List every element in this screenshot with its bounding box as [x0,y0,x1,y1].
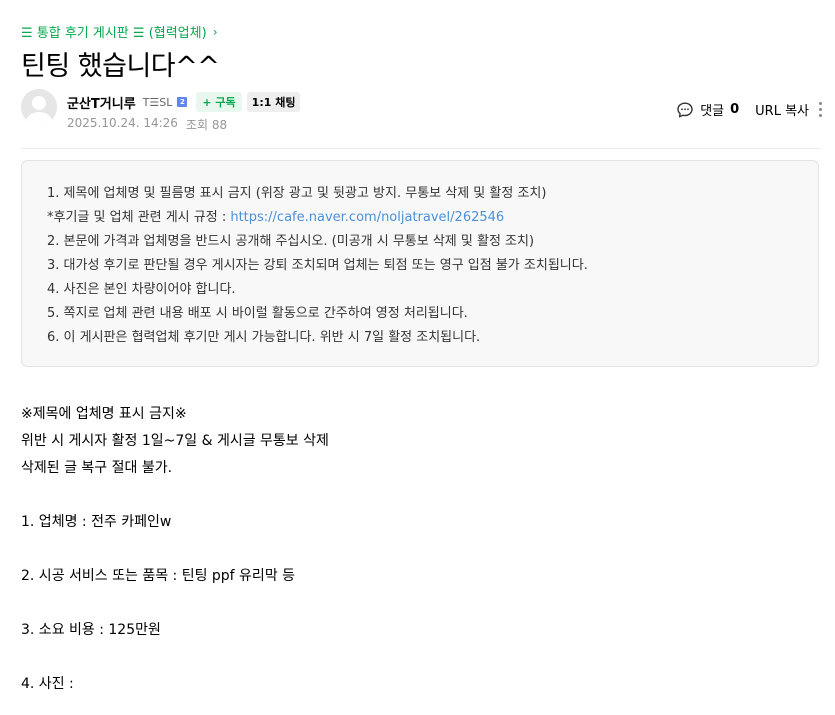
author-nickname[interactable]: 군산T거니루 [67,93,136,112]
view-count: 조회 88 [185,118,228,132]
notice-box: 1. 제목에 업체명 및 필름명 표시 금지 (위장 광고 및 뒷광고 방지. … [21,160,819,367]
avatar[interactable] [21,89,57,125]
post-actions: 댓글 0 URL 복사 [676,100,823,119]
body-line: 4. 사진 : [21,676,74,692]
notice-line: 1. 제목에 업체명 및 필름명 표시 금지 (위장 광고 및 뒷광고 방지. … [47,186,547,201]
post-title: 틴팅 했습니다^^ [21,51,220,82]
body-line: ※제목에 업체명 표시 금지※ [21,406,187,422]
notice-line: *후기글 및 업체 관련 게시 규정 : https://cafe.naver.… [47,206,818,230]
chevron-right-icon: › [212,24,218,39]
more-vertical-icon[interactable] [819,102,823,117]
default-avatar-icon [21,89,57,125]
subscribe-button[interactable]: + 구독 [196,92,242,112]
notice-line: 4. 사진은 본인 차량이어야 합니다. [47,282,236,297]
body-line: 삭제된 글 복구 절대 불가. [21,460,173,476]
body-line: 위반 시 게시자 활정 1일~7일 & 게시글 무통보 삭제 [21,433,329,449]
member-level: T☰SL [142,95,173,109]
url-copy-button[interactable]: URL 복사 [755,100,809,119]
author-line: 군산T거니루 T☰SL 2 + 구독 1:1 채팅 [67,92,301,112]
notice-line: 6. 이 게시판은 협력업체 후기만 게시 가능합니다. 위반 시 7일 활정 … [47,330,481,345]
body-line: 2. 시공 서비스 또는 품목 : 틴팅 ppf 유리막 등 [21,568,296,584]
header-divider [21,148,821,149]
level-badge-icon: 2 [177,97,188,107]
breadcrumb[interactable]: ☰ 통합 후기 게시판 ☰ (협력업체) › [21,22,218,42]
board-link[interactable]: ☰ 통합 후기 게시판 ☰ (협력업체) [21,22,207,41]
comment-label: 댓글 [700,104,725,119]
notice-line: 2. 본문에 가격과 업체명을 반드시 공개해 주십시오. (미공개 시 무통보… [47,234,535,249]
post-date: 2025.10.24. 14:26 [67,116,178,130]
comment-button[interactable]: 댓글 0 [676,100,739,119]
notice-link-prefix: *후기글 및 업체 관련 게시 규정 : [47,210,231,225]
comment-bubble-icon [677,102,693,117]
rules-link[interactable]: https://cafe.naver.com/noljatravel/26254… [230,210,504,225]
body-line: 3. 소요 비용 : 125만원 [21,622,161,638]
post-meta: 2025.10.24. 14:26 조회 88 [67,116,227,133]
body-line: 1. 업체명 : 전주 카페인w [21,514,172,530]
notice-line: 5. 쪽지로 업체 관련 내용 배포 시 바이럴 활동으로 간주하여 영정 처리… [47,306,468,321]
post-body: ※제목에 업체명 표시 금지※ 위반 시 게시자 활정 1일~7일 & 게시글 … [21,401,329,698]
comment-count: 0 [730,102,740,117]
notice-line: 3. 대가성 후기로 판단될 경우 게시자는 강퇴 조치되며 업체는 퇴점 또는… [47,258,588,273]
chat-button[interactable]: 1:1 채팅 [246,92,301,112]
